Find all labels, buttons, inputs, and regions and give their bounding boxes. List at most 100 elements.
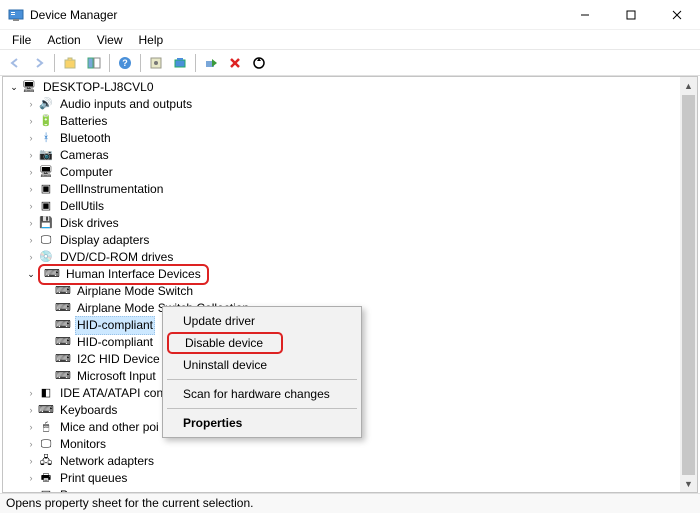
battery-icon: 🔋	[38, 114, 54, 130]
tree-node-label: Airplane Mode Switch	[75, 283, 195, 300]
context-menu-item[interactable]: Update driver	[165, 310, 359, 332]
context-menu: Update driverDisable deviceUninstall dev…	[162, 306, 362, 438]
expand-icon[interactable]: ›	[24, 455, 38, 469]
scroll-thumb[interactable]	[682, 95, 695, 475]
tree-node-label: Network adapters	[58, 453, 156, 470]
back-button[interactable]	[4, 52, 26, 74]
expand-icon[interactable]: ›	[24, 115, 38, 129]
tree-node[interactable]: ›🖥Computer	[7, 164, 697, 181]
statusbar-text: Opens property sheet for the current sel…	[6, 496, 253, 510]
context-menu-separator	[167, 408, 357, 409]
hid-icon: ⌨	[55, 369, 71, 385]
highlighted-category[interactable]: ⌨Human Interface Devices	[38, 264, 209, 285]
menu-file[interactable]: File	[4, 31, 39, 49]
context-menu-item[interactable]: Uninstall device	[165, 354, 359, 376]
expand-icon[interactable]: ›	[24, 132, 38, 146]
toolbar-separator	[195, 54, 196, 72]
printer-icon: 🖶	[38, 471, 54, 487]
tree-node-label: Cameras	[58, 147, 111, 164]
network-icon: 🖧	[38, 454, 54, 470]
hid-icon: ⌨	[55, 335, 71, 351]
ide-icon: ◧	[38, 386, 54, 402]
svg-text:?: ?	[122, 58, 128, 68]
expand-icon[interactable]: ›	[24, 387, 38, 401]
uninstall-device-button[interactable]	[224, 52, 246, 74]
expand-icon[interactable]: ›	[24, 251, 38, 265]
expand-icon[interactable]: ›	[24, 404, 38, 418]
properties-button[interactable]	[145, 52, 167, 74]
menu-view[interactable]: View	[89, 31, 131, 49]
forward-button[interactable]	[28, 52, 50, 74]
tree-node-label: Human Interface Devices	[64, 266, 203, 283]
tree-node[interactable]: ›▣DellInstrumentation	[7, 181, 697, 198]
menu-help[interactable]: Help	[131, 31, 172, 49]
minimize-button[interactable]	[562, 0, 608, 30]
hid-icon: ⌨	[55, 352, 71, 368]
tree-node-label: Bluetooth	[58, 130, 113, 147]
tree-node[interactable]: ›🖶Print queues	[7, 470, 697, 487]
tree-node-label: IDE ATA/ATAPI cont	[58, 385, 168, 402]
computer-icon: 🖥	[38, 165, 54, 181]
tree-node[interactable]: ⌄⌨Human Interface Devices	[7, 266, 697, 283]
expand-icon[interactable]: ›	[24, 200, 38, 214]
tree-node[interactable]: ›🖵Monitors	[7, 436, 697, 453]
expand-icon	[41, 319, 55, 333]
expand-icon[interactable]: ›	[24, 166, 38, 180]
camera-icon: 📷	[38, 148, 54, 164]
generic-icon: ▣	[38, 182, 54, 198]
close-button[interactable]	[654, 0, 700, 30]
maximize-button[interactable]	[608, 0, 654, 30]
hid-icon: ⌨	[55, 318, 71, 334]
scroll-down-button[interactable]: ▼	[680, 475, 697, 492]
tree-node[interactable]: ›🔋Batteries	[7, 113, 697, 130]
tree-node-label: Batteries	[58, 113, 109, 130]
keyboard-icon: ⌨	[38, 403, 54, 419]
toolbar-separator	[54, 54, 55, 72]
menu-action[interactable]: Action	[39, 31, 88, 49]
expand-icon[interactable]: ›	[24, 183, 38, 197]
tree-node[interactable]: ›▣DellUtils	[7, 198, 697, 215]
context-menu-item[interactable]: Properties	[165, 412, 359, 434]
menubar: File Action View Help	[0, 30, 700, 50]
up-button[interactable]	[59, 52, 81, 74]
tree-node-label: HID-compliant	[75, 334, 155, 351]
collapse-icon[interactable]: ⌄	[7, 81, 21, 95]
context-menu-item[interactable]: Disable device	[167, 332, 283, 354]
expand-icon	[41, 285, 55, 299]
show-hide-tree-button[interactable]	[83, 52, 105, 74]
expand-icon[interactable]: ›	[24, 421, 38, 435]
tree-node-label: Keyboards	[58, 402, 119, 419]
enable-device-button[interactable]	[200, 52, 222, 74]
tree-node[interactable]: ›🖧Network adapters	[7, 453, 697, 470]
scan-hardware-button[interactable]	[169, 52, 191, 74]
toolbar: ?	[0, 50, 700, 76]
tree-node[interactable]: ›ᚼBluetooth	[7, 130, 697, 147]
tree-node[interactable]: ⌨Airplane Mode Switch	[7, 283, 697, 300]
expand-icon[interactable]: ›	[24, 472, 38, 486]
tree-node[interactable]: ›🖵Display adapters	[7, 232, 697, 249]
tree-node[interactable]: ⌄🖥DESKTOP-LJ8CVL0	[7, 79, 697, 96]
expand-icon	[41, 370, 55, 384]
bluetooth-icon: ᚼ	[38, 131, 54, 147]
statusbar: Opens property sheet for the current sel…	[0, 493, 700, 513]
expand-icon[interactable]: ›	[24, 149, 38, 163]
update-driver-button[interactable]	[248, 52, 270, 74]
context-menu-item[interactable]: Scan for hardware changes	[165, 383, 359, 405]
expand-icon[interactable]: ›	[24, 217, 38, 231]
tree-node[interactable]: ›💾Disk drives	[7, 215, 697, 232]
mouse-icon: 🖱	[38, 420, 54, 436]
collapse-icon[interactable]: ⌄	[24, 268, 38, 282]
tree-node[interactable]: ›🔊Audio inputs and outputs	[7, 96, 697, 113]
vertical-scrollbar[interactable]: ▲ ▼	[680, 77, 697, 492]
expand-icon[interactable]: ›	[24, 438, 38, 452]
expand-icon[interactable]: ›	[24, 98, 38, 112]
tree-node-label: DellUtils	[58, 198, 106, 215]
toolbar-separator	[140, 54, 141, 72]
window-title: Device Manager	[30, 8, 562, 22]
tree-node[interactable]: ›📷Cameras	[7, 147, 697, 164]
expand-icon[interactable]: ›	[24, 234, 38, 248]
help-button[interactable]: ?	[114, 52, 136, 74]
scroll-up-button[interactable]: ▲	[680, 77, 697, 94]
monitor-icon: 🖵	[38, 437, 54, 453]
tree-node-label: Audio inputs and outputs	[58, 96, 194, 113]
